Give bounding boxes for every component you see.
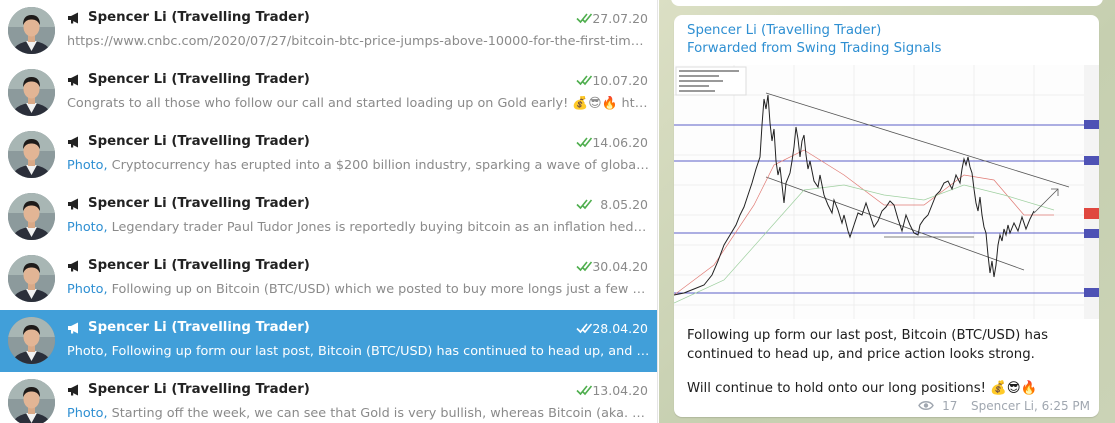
chat-preview-text: Following up on Bitcoin (BTC/USD) which … bbox=[107, 282, 650, 297]
avatar bbox=[8, 193, 55, 240]
chat-preview-text: Legendary trader Paul Tudor Jones is rep… bbox=[107, 220, 650, 235]
chat-title-row: Spencer Li (Travelling Trader) 10.07.20 bbox=[67, 72, 648, 90]
chat-preview-kind: Photo, bbox=[67, 344, 108, 359]
chat-title: Spencer Li (Travelling Trader) bbox=[88, 258, 310, 273]
megaphone-icon bbox=[68, 74, 78, 86]
chat-title: Spencer Li (Travelling Trader) bbox=[88, 196, 310, 211]
chat-preview-text: https://www.cnbc.com/2020/07/27/bitcoin-… bbox=[67, 34, 650, 49]
message-meta: 17 Spencer Li, 6:25 PM bbox=[918, 398, 1090, 413]
chat-preview-kind: Photo, bbox=[67, 282, 108, 297]
chat-list-item[interactable]: Spencer Li (Travelling Trader) 8.05.20 P… bbox=[0, 186, 657, 248]
chat-preview: Photo, Cryptocurrency has erupted into a… bbox=[67, 158, 650, 173]
chat-date: 13.04.20 bbox=[592, 383, 648, 398]
chat-preview: Congrats to all those who follow our cal… bbox=[67, 96, 650, 111]
chat-date: 28.04.20 bbox=[592, 321, 648, 336]
message-bubble[interactable]: Spencer Li (Travelling Trader) Forwarded… bbox=[674, 15, 1099, 417]
megaphone-icon bbox=[68, 12, 78, 24]
chat-list-item[interactable]: Spencer Li (Travelling Trader) 14.06.20 … bbox=[0, 124, 657, 186]
double-check-icon bbox=[576, 199, 593, 210]
chat-list-item[interactable]: Spencer Li (Travelling Trader) 27.07.20 … bbox=[0, 0, 657, 62]
chat-date: 14.06.20 bbox=[592, 135, 648, 150]
chat-preview-kind: Photo, bbox=[67, 220, 108, 235]
chat-preview: Photo, Following up on Bitcoin (BTC/USD)… bbox=[67, 282, 650, 297]
megaphone-icon bbox=[68, 260, 78, 272]
chat-preview-text: Following up form our last post, Bitcoin… bbox=[107, 344, 650, 359]
chat-title: Spencer Li (Travelling Trader) bbox=[88, 320, 310, 335]
view-count: 17 bbox=[942, 398, 958, 413]
eye-icon bbox=[918, 401, 935, 410]
message-text: Following up form our last post, Bitcoin… bbox=[687, 326, 1092, 398]
chat-preview: https://www.cnbc.com/2020/07/27/bitcoin-… bbox=[67, 34, 650, 49]
avatar bbox=[8, 379, 55, 423]
chat-title: Spencer Li (Travelling Trader) bbox=[88, 382, 310, 397]
chat-title-row: Spencer Li (Travelling Trader) 8.05.20 bbox=[67, 196, 648, 214]
chat-title: Spencer Li (Travelling Trader) bbox=[88, 10, 310, 25]
avatar bbox=[8, 69, 55, 116]
message-signature: Spencer Li, 6:25 PM bbox=[971, 398, 1090, 413]
chat-preview-kind: Photo, bbox=[67, 406, 108, 421]
message-author[interactable]: Spencer Li (Travelling Trader) bbox=[687, 23, 881, 38]
chat-list-item[interactable]: Spencer Li (Travelling Trader) 30.04.20 … bbox=[0, 248, 657, 310]
avatar bbox=[8, 7, 55, 54]
chat-title-row: Spencer Li (Travelling Trader) 13.04.20 bbox=[67, 382, 648, 400]
chat-preview-text: Cryptocurrency has erupted into a $200 b… bbox=[107, 158, 650, 173]
message-paragraph-2: Will continue to hold onto our long posi… bbox=[687, 381, 1038, 396]
chat-list-item[interactable]: Spencer Li (Travelling Trader) 13.04.20 … bbox=[0, 372, 657, 423]
chat-title: Spencer Li (Travelling Trader) bbox=[88, 72, 310, 87]
chat-preview: Photo, Starting off the week, we can see… bbox=[67, 406, 650, 421]
previous-message-bubble bbox=[671, 0, 1103, 6]
chat-list-item[interactable]: Spencer Li (Travelling Trader) 28.04.20 … bbox=[0, 310, 657, 372]
chat-list: Spencer Li (Travelling Trader) 27.07.20 … bbox=[0, 0, 658, 423]
chat-preview-text: Congrats to all those who follow our cal… bbox=[67, 96, 650, 111]
megaphone-icon bbox=[68, 136, 78, 148]
avatar bbox=[8, 255, 55, 302]
megaphone-icon bbox=[68, 384, 78, 396]
chat-date: 10.07.20 bbox=[592, 73, 648, 88]
chat-title: Spencer Li (Travelling Trader) bbox=[88, 134, 310, 149]
bitcoin-chart-image bbox=[674, 65, 1099, 319]
chat-title-row: Spencer Li (Travelling Trader) 28.04.20 bbox=[67, 320, 648, 338]
chat-date: 30.04.20 bbox=[592, 259, 648, 274]
avatar bbox=[8, 131, 55, 178]
chat-preview-text: Starting off the week, we can see that G… bbox=[107, 406, 650, 421]
chat-view: Spencer Li (Travelling Trader) Forwarded… bbox=[659, 0, 1115, 423]
forwarded-from[interactable]: Forwarded from Swing Trading Signals bbox=[687, 41, 941, 56]
chat-title-row: Spencer Li (Travelling Trader) 14.06.20 bbox=[67, 134, 648, 152]
chat-preview: Photo, Legendary trader Paul Tudor Jones… bbox=[67, 220, 650, 235]
chart-photo[interactable] bbox=[674, 65, 1099, 319]
avatar bbox=[8, 317, 55, 364]
chat-title-row: Spencer Li (Travelling Trader) 27.07.20 bbox=[67, 10, 648, 28]
megaphone-icon bbox=[68, 198, 78, 210]
chat-preview-kind: Photo, bbox=[67, 158, 108, 173]
message-paragraph-1: Following up form our last post, Bitcoin… bbox=[687, 328, 1049, 362]
megaphone-icon bbox=[68, 322, 78, 334]
chat-date: 8.05.20 bbox=[600, 197, 648, 212]
chat-list-item[interactable]: Spencer Li (Travelling Trader) 10.07.20 … bbox=[0, 62, 657, 124]
chat-title-row: Spencer Li (Travelling Trader) 30.04.20 bbox=[67, 258, 648, 276]
chat-preview: Photo, Following up form our last post, … bbox=[67, 344, 650, 359]
chat-date: 27.07.20 bbox=[592, 11, 648, 26]
